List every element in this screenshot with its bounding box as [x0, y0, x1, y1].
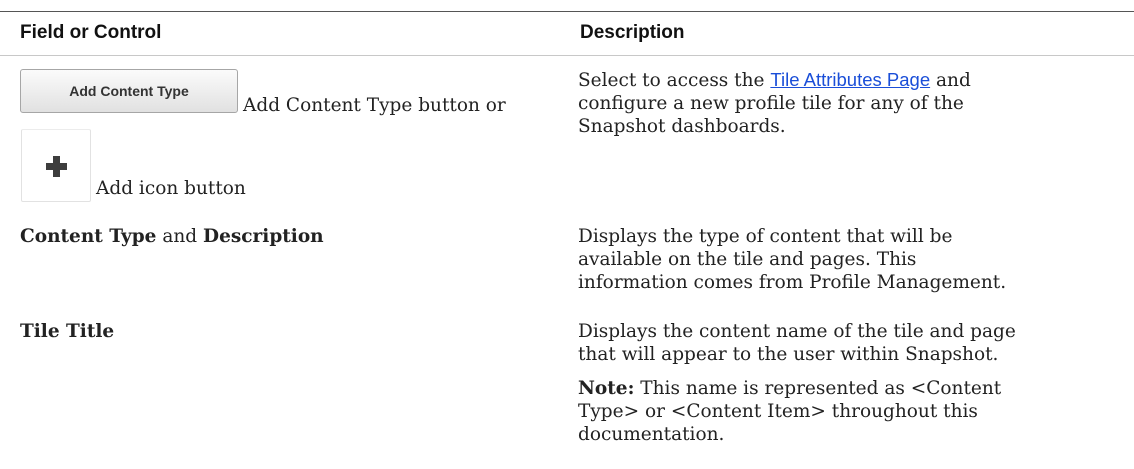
add-content-type-button[interactable]: Add Content Type	[20, 69, 238, 113]
row2-description: Displays the type of content that will b…	[578, 226, 1007, 293]
row3-note: Note: This name is represented as <Conte…	[578, 378, 1002, 445]
header-description: Description	[580, 22, 685, 43]
description-term: Description	[203, 226, 324, 247]
row1-desc-line3: Snapshot dashboards.	[578, 116, 786, 137]
add-icon-button[interactable]	[21, 129, 91, 202]
row1-desc-line2: configure a new profile tile for any of …	[578, 93, 964, 114]
note-label: Note:	[578, 378, 635, 399]
plus-icon	[46, 156, 67, 177]
row1-description: Select to access the Tile Attributes Pag…	[578, 68, 1098, 138]
tile-title-term: Tile Title	[20, 321, 115, 342]
add-content-type-caption: Add Content Type button or	[243, 95, 506, 116]
row1-desc-line1: Select to access the Tile Attributes Pag…	[578, 69, 971, 91]
row3-field: Tile Title	[20, 320, 114, 343]
row3-description: Displays the content name of the tile an…	[578, 321, 1016, 365]
content-type-term: Content Type	[20, 226, 157, 247]
row2-field: Content Type and Description	[20, 226, 324, 247]
tile-attributes-page-link[interactable]: Tile Attributes Page	[770, 69, 930, 90]
add-icon-caption: Add icon button	[96, 178, 246, 199]
header-rule	[0, 55, 1134, 56]
add-content-type-button-label: Add Content Type	[69, 83, 189, 99]
table-top-rule	[0, 11, 1134, 12]
header-field-or-control: Field or Control	[20, 22, 162, 43]
